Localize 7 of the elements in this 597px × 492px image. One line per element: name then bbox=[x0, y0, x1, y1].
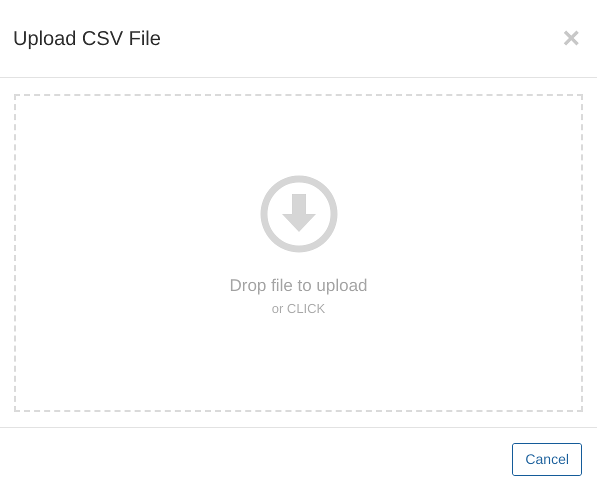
close-button[interactable]: × bbox=[562, 24, 580, 54]
cancel-button[interactable]: Cancel bbox=[512, 443, 582, 476]
dialog-title: Upload CSV File bbox=[13, 26, 161, 52]
drop-zone[interactable]: Drop file to upload or CLICK bbox=[14, 94, 583, 412]
download-icon bbox=[258, 174, 338, 254]
click-hint: or CLICK bbox=[272, 300, 326, 318]
drop-instruction: Drop file to upload bbox=[230, 274, 368, 296]
